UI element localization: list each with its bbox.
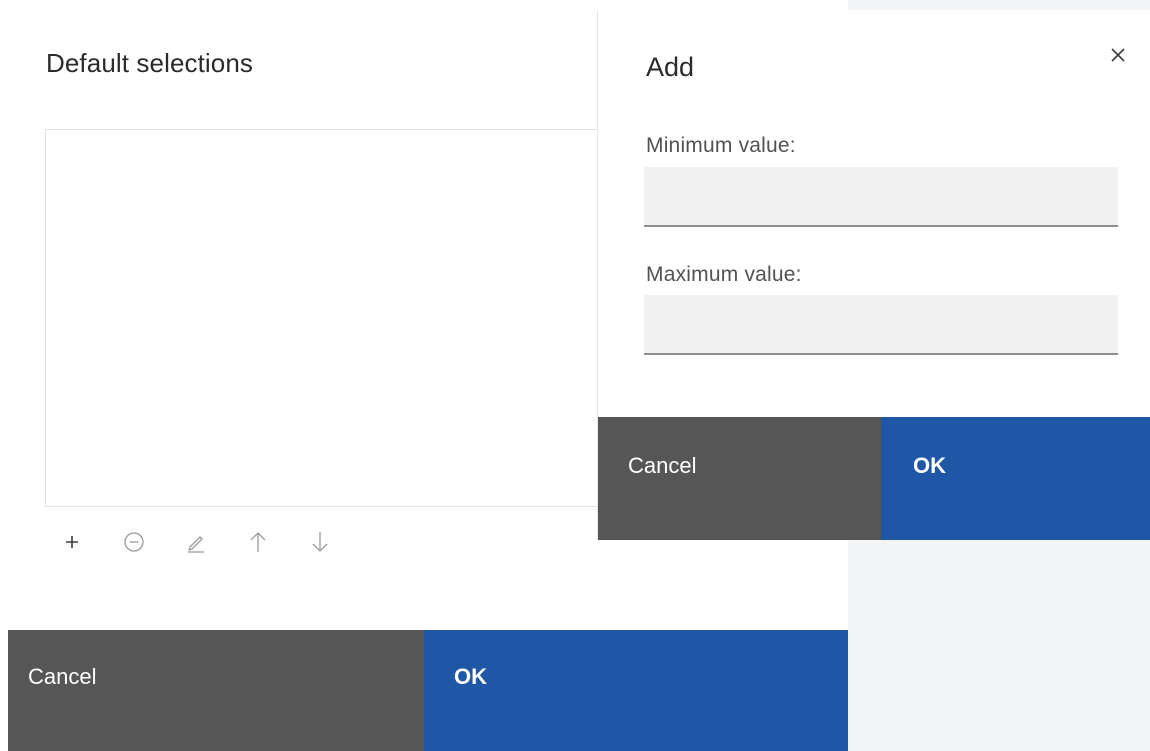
remove-icon[interactable] [120,528,148,556]
stage: Default selections Cancel OK Add Minimum… [0,0,1150,751]
close-icon[interactable] [1103,40,1133,70]
add-panel-title: Add [646,52,695,82]
selections-list[interactable] [45,129,645,507]
add-ok-button[interactable]: OK [881,417,1150,540]
add-panel-footer: Cancel OK [598,417,1150,540]
add-cancel-button[interactable]: Cancel [598,417,881,540]
ok-button[interactable]: OK [424,630,848,751]
edit-icon[interactable] [182,528,210,556]
cancel-button[interactable]: Cancel [8,630,424,751]
maximum-value-input[interactable] [644,295,1118,355]
add-panel: Add Minimum value: Maximum value: Cancel… [597,10,1150,540]
add-icon[interactable] [58,528,86,556]
move-up-icon[interactable] [244,528,272,556]
move-down-icon[interactable] [306,528,334,556]
minimum-value-input[interactable] [644,167,1118,227]
dialog-footer: Cancel OK [8,630,848,751]
minimum-value-label: Minimum value: [646,134,796,157]
dialog-title: Default selections [46,48,254,78]
list-toolbar [58,522,368,562]
maximum-value-label: Maximum value: [646,263,802,286]
